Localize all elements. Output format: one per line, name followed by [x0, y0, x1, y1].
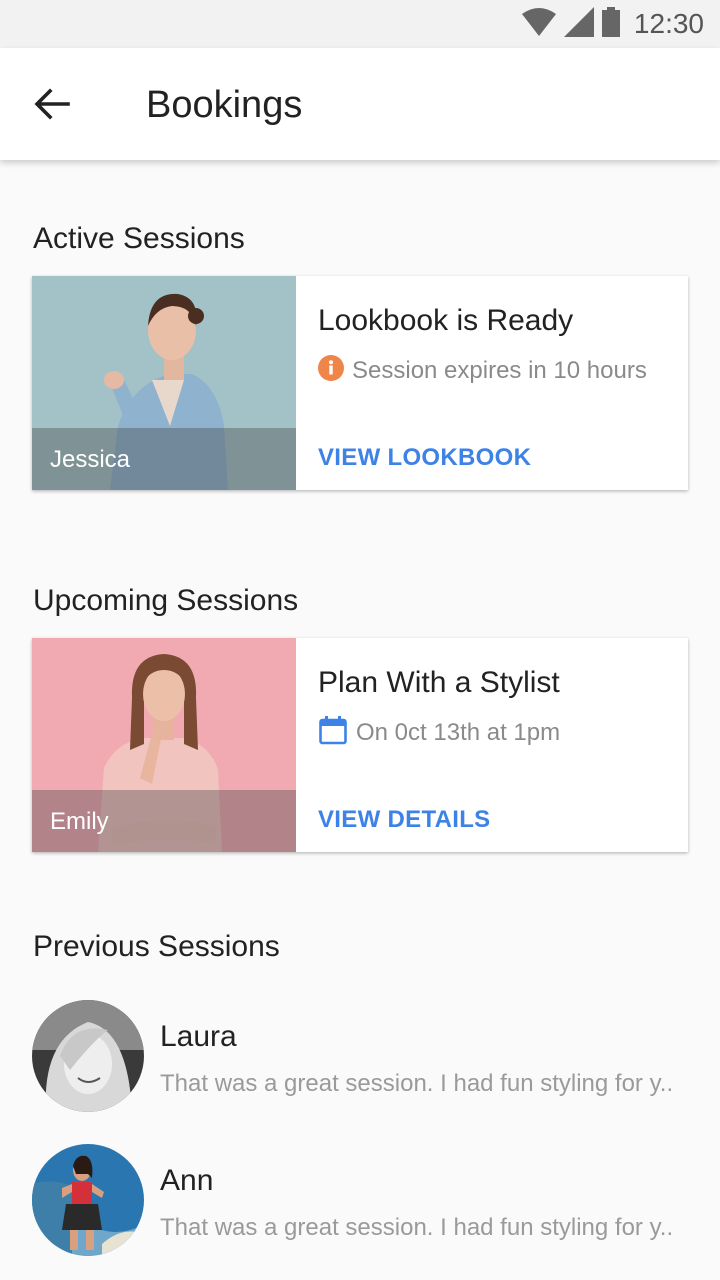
active-sessions-heading: Active Sessions — [33, 222, 245, 255]
item-name: Laura — [160, 1020, 237, 1053]
status-time: 12:30 — [633, 8, 704, 39]
session-date-text: On 0ct 13th at 1pm — [356, 719, 561, 746]
calendar-icon — [318, 715, 348, 752]
item-message: That was a great session. I had fun styl… — [160, 1216, 674, 1240]
upcoming-session-card[interactable]: Emily Plan With a Stylist On 0ct 13th at… — [32, 638, 688, 852]
card-title: Lookbook is Ready — [318, 304, 574, 337]
list-item-ann[interactable]: Ann That was a great session. I had fun … — [32, 1144, 688, 1256]
avatar — [32, 1144, 144, 1256]
stylist-name: Emily — [50, 808, 109, 835]
stylist-photo-emily: Emily — [32, 638, 296, 852]
previous-sessions-heading: Previous Sessions — [33, 930, 280, 963]
card-title: Plan With a Stylist — [318, 666, 560, 699]
session-expiry-text: Session expires in 10 hours — [352, 357, 647, 384]
card-meta: On 0ct 13th at 1pm — [318, 715, 561, 748]
app-bar: Bookings — [0, 48, 720, 160]
status-icons: 12:30 — [521, 6, 704, 42]
arrow-back-icon — [32, 88, 72, 128]
info-icon — [318, 354, 344, 388]
status-bar: 12:30 — [0, 0, 720, 48]
list-item-laura[interactable]: Laura That was a great session. I had fu… — [32, 1000, 688, 1112]
stylist-name: Jessica — [50, 446, 131, 473]
signal-icon — [563, 6, 594, 42]
avatar — [32, 1000, 144, 1112]
card-meta: Session expires in 10 hours — [318, 354, 647, 388]
page-title: Bookings — [146, 84, 303, 126]
active-session-card[interactable]: Jessica Lookbook is Ready Session expire… — [32, 276, 688, 490]
stylist-photo-jessica: Jessica — [32, 276, 296, 490]
wifi-icon — [521, 7, 556, 41]
item-message: That was a great session. I had fun styl… — [160, 1072, 674, 1096]
item-name: Ann — [160, 1164, 214, 1197]
upcoming-sessions-heading: Upcoming Sessions — [33, 584, 299, 617]
view-lookbook-button[interactable]: VIEW LOOKBOOK — [318, 446, 531, 470]
back-button[interactable] — [32, 84, 80, 124]
view-details-button[interactable]: VIEW DETAILS — [318, 808, 491, 832]
battery-icon — [601, 6, 620, 42]
